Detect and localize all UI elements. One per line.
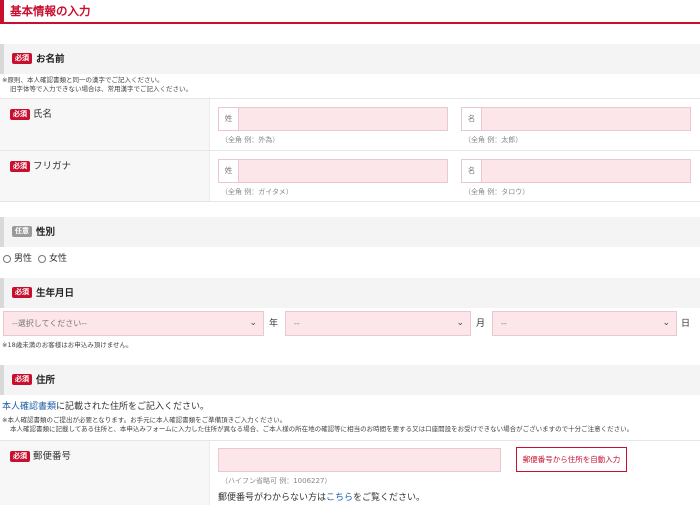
first-name-kana-input[interactable]: 名	[461, 159, 691, 183]
id-document-link[interactable]: 本人確認書類	[2, 402, 56, 412]
section-header-name: 必須 お名前	[0, 44, 700, 74]
gender-male-option[interactable]: 男性	[3, 251, 32, 264]
last-name-kana-hint: （全角 例：ガイタメ）	[221, 188, 293, 196]
postal-help-text: 郵便番号がわからない方は	[218, 493, 327, 503]
day-unit: 日	[681, 319, 691, 329]
birth-year-value: --選択してください--	[12, 319, 88, 328]
first-name-kana-prefix: 名	[462, 160, 482, 182]
chevron-down-icon: ⌄	[662, 318, 670, 328]
first-name-kana-hint: （全角 例：タロウ）	[464, 188, 530, 196]
last-name-input[interactable]: 姓	[218, 107, 448, 131]
section-header-gender: 任意 性別	[0, 217, 700, 247]
gender-male-label: 男性	[14, 254, 33, 264]
last-name-prefix: 姓	[219, 108, 239, 130]
year-unit: 年	[269, 319, 279, 329]
last-name-kana-input[interactable]: 姓	[218, 159, 448, 183]
address-intro: 本人確認書類に記載された住所をご記入ください。	[2, 399, 209, 412]
name-note-1: ※原則、本人確認書類と同一の漢字でご記入ください。	[2, 76, 164, 84]
section-header-address: 必須 住所	[0, 365, 700, 395]
first-name-input[interactable]: 名	[461, 107, 691, 131]
address-note-2: 本人確認書類に記載してある住所と、本申込みフォームに入力した住所が異なる場合、ご…	[10, 425, 634, 433]
last-name-kana-prefix: 姓	[219, 160, 239, 182]
birth-month-value: --	[294, 319, 300, 328]
last-name-hint: （全角 例：外為）	[221, 136, 280, 144]
section-title: 住所	[36, 375, 56, 386]
required-badge: 必須	[12, 287, 32, 298]
address-note-1: ※本人確認書類のご提出が必要となります。お手元に本人確認書類をご準備頂きご入力く…	[2, 416, 287, 424]
postal-hint: （ハイフン省略可 例：1006227）	[221, 477, 332, 485]
page-title: 基本情報の入力	[0, 0, 700, 24]
birth-year-select[interactable]: --選択してください-- ⌄	[3, 311, 264, 336]
birth-day-value: --	[501, 319, 507, 328]
required-badge: 必須	[10, 109, 30, 120]
fullname-label: 氏名	[33, 109, 53, 120]
section-title: 性別	[36, 227, 56, 238]
postal-code-input[interactable]	[218, 448, 501, 472]
radio-icon[interactable]	[3, 254, 11, 263]
section-header-birthday: 必須 生年月日	[0, 278, 700, 308]
section-title: 生年月日	[36, 288, 75, 299]
postal-label: 郵便番号	[33, 451, 72, 462]
first-name-hint: （全角 例：太郎）	[464, 136, 523, 144]
furigana-label-cell: 必須 フリガナ	[0, 151, 210, 201]
fullname-label-cell: 必須 氏名	[0, 99, 210, 150]
required-badge: 必須	[12, 53, 32, 64]
required-badge: 必須	[10, 161, 30, 172]
postal-autofill-button[interactable]: 郵便番号から住所を自動入力	[516, 447, 627, 472]
required-badge: 必須	[12, 374, 32, 385]
birth-day-select[interactable]: -- ⌄	[492, 311, 677, 336]
birth-month-select[interactable]: -- ⌄	[285, 311, 471, 336]
gender-female-label: 女性	[49, 254, 68, 264]
address-intro-text: に記載された住所をご記入ください。	[56, 402, 210, 412]
chevron-down-icon: ⌄	[249, 318, 257, 328]
radio-icon[interactable]	[38, 254, 46, 263]
postal-lookup-link[interactable]: こちら	[326, 493, 353, 503]
optional-badge: 任意	[12, 226, 32, 237]
postal-help: 郵便番号がわからない方はこちらをご覧ください。	[218, 490, 425, 503]
month-unit: 月	[476, 319, 486, 329]
furigana-label: フリガナ	[33, 161, 72, 172]
first-name-prefix: 名	[462, 108, 482, 130]
postal-help-text-end: をご覧ください。	[353, 493, 426, 503]
postal-label-cell: 必須 郵便番号	[0, 441, 210, 505]
name-note-2: 旧字体等で入力できない場合は、常用漢字でご記入ください。	[10, 85, 192, 93]
birthday-note: ※18歳未満のお客様はお申込み頂けません。	[2, 341, 133, 349]
chevron-down-icon: ⌄	[456, 318, 464, 328]
section-title: お名前	[36, 54, 65, 65]
gender-female-option[interactable]: 女性	[38, 251, 67, 264]
required-badge: 必須	[10, 451, 30, 462]
